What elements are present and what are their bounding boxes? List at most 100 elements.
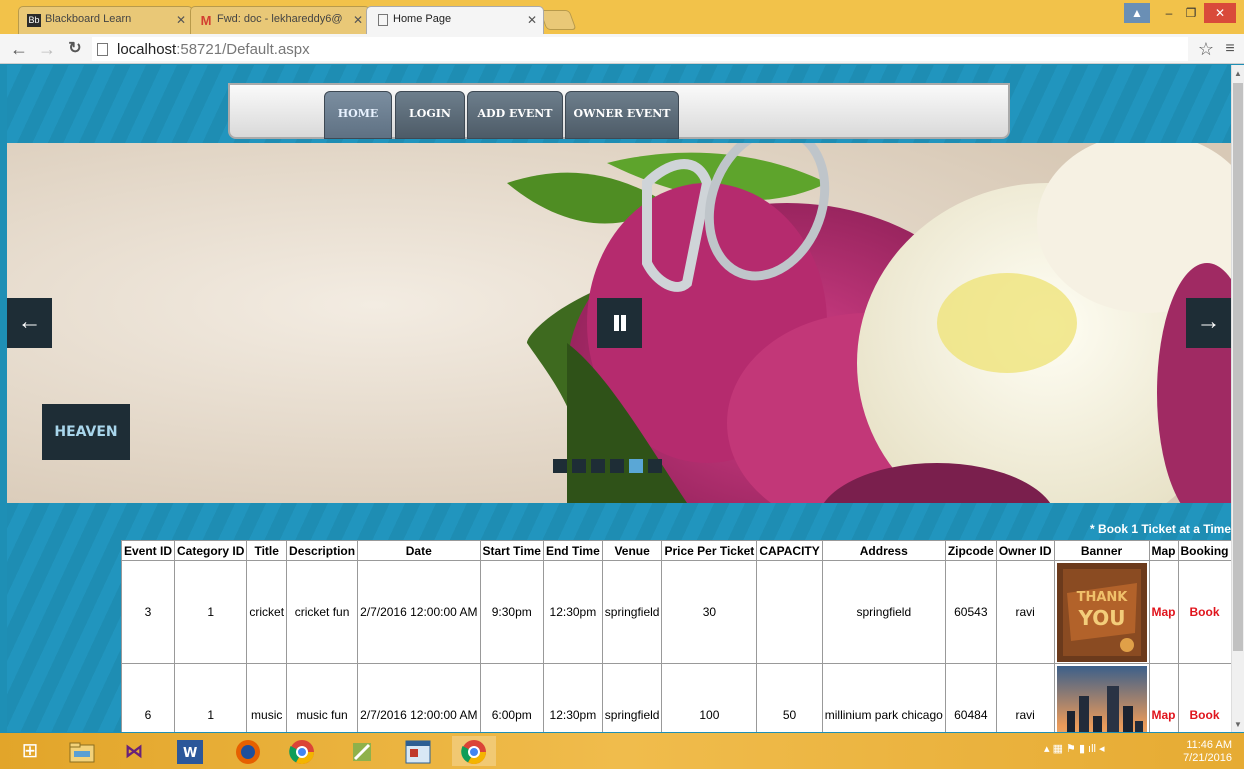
book-link[interactable]: Book xyxy=(1177,560,1231,664)
tab-blackboard[interactable]: Bb Blackboard Learn ✕ xyxy=(18,6,193,34)
page-content: HOME LOGIN ADD EVENT OWNER EVENT ← → HEA… xyxy=(7,65,1231,732)
slide-caption: HEAVEN xyxy=(42,404,130,460)
book-link[interactable]: Book xyxy=(1177,663,1231,732)
booking-note: * Book 1 Ticket at a Time xyxy=(1090,522,1231,536)
cell-zipcode: 60484 xyxy=(944,663,997,732)
cell-banner xyxy=(1053,663,1150,732)
slider-dot[interactable] xyxy=(572,459,586,473)
slider-prev-arrow-icon[interactable]: ← xyxy=(7,298,52,348)
browser-tab-strip: Bb Blackboard Learn ✕ M Fwd: doc - lekha… xyxy=(0,0,1244,34)
back-arrow-icon[interactable]: ← xyxy=(8,38,30,60)
url-text: localhost:58721/Default.aspx xyxy=(117,41,310,58)
cell-event-id: 3 xyxy=(120,560,176,664)
col-map: Map xyxy=(1148,540,1179,561)
svg-text:W: W xyxy=(183,746,197,761)
col-price: Price Per Ticket xyxy=(661,540,758,561)
file-explorer-icon[interactable] xyxy=(60,736,104,766)
slider-dot[interactable] xyxy=(610,459,624,473)
close-icon[interactable]: ✕ xyxy=(353,13,363,27)
cell-title: music xyxy=(246,663,288,732)
app-window-icon[interactable] xyxy=(396,736,440,766)
bookmark-star-icon[interactable]: ☆ xyxy=(1195,38,1217,60)
slider-dot[interactable] xyxy=(591,459,605,473)
cell-price: 100 xyxy=(661,663,758,732)
page-icon xyxy=(97,43,108,56)
svg-text:YOU: YOU xyxy=(1077,606,1125,630)
slider-dot[interactable] xyxy=(629,459,643,473)
chrome-active-icon[interactable] xyxy=(452,736,496,766)
new-tab-button[interactable] xyxy=(539,10,577,30)
restore-button[interactable]: ❐ xyxy=(1178,3,1204,23)
cell-end-time: 12:30pm xyxy=(542,560,603,664)
reload-icon[interactable]: ↻ xyxy=(64,38,86,60)
cell-category-id: 1 xyxy=(174,663,248,732)
slider-next-arrow-icon[interactable]: → xyxy=(1186,298,1231,348)
browser-toolbar: ← → ↻ localhost:58721/Default.aspx ☆ ≡ xyxy=(0,34,1244,64)
windows-taskbar: ⊞ ⋈ W ▴ ▦ ⚑ ▮ ıll ◂ 11:46 AM 7/21/2016 xyxy=(0,733,1244,769)
col-owner-id: Owner ID xyxy=(995,540,1055,561)
word-icon[interactable]: W xyxy=(168,736,212,766)
city-skyline-banner-image xyxy=(1056,665,1147,732)
slider-dot[interactable] xyxy=(553,459,567,473)
nav-home[interactable]: HOME xyxy=(324,91,392,139)
gmail-icon: M xyxy=(200,13,212,28)
close-icon[interactable]: ✕ xyxy=(176,13,186,27)
clock-date: 7/21/2016 xyxy=(1183,752,1232,764)
col-event-id: Event ID xyxy=(120,540,176,561)
cell-price: 30 xyxy=(661,560,758,664)
scroll-up-icon[interactable]: ▲ xyxy=(1234,69,1242,78)
forward-arrow-icon[interactable]: → xyxy=(36,38,58,60)
tab-label: Fwd: doc - lekhareddy6@ xyxy=(217,13,343,25)
visual-studio-icon[interactable]: ⋈ xyxy=(112,736,156,766)
thank-you-banner-image: THANK YOU xyxy=(1056,562,1147,662)
scrollbar-thumb[interactable] xyxy=(1233,83,1243,651)
cell-start-time: 9:30pm xyxy=(479,560,544,664)
cell-capacity xyxy=(756,560,823,664)
close-window-button[interactable]: ✕ xyxy=(1204,3,1236,23)
tab-gmail[interactable]: M Fwd: doc - lekhareddy6@ ✕ xyxy=(190,6,370,34)
map-link[interactable]: Map xyxy=(1148,560,1179,664)
system-clock[interactable]: 11:46 AM 7/21/2016 xyxy=(1183,739,1232,765)
nav-add-event[interactable]: ADD EVENT xyxy=(467,91,563,139)
table-row: 3 1 cricket cricket fun 2/7/2016 12:00:0… xyxy=(120,560,1231,664)
slider-dot[interactable] xyxy=(648,459,662,473)
menu-icon[interactable]: ≡ xyxy=(1219,38,1241,60)
col-address: Address xyxy=(821,540,946,561)
nav-login[interactable]: LOGIN xyxy=(395,91,465,139)
page-icon xyxy=(378,14,388,26)
col-booking: Booking xyxy=(1177,540,1231,561)
cell-title: cricket xyxy=(246,560,288,664)
table-row: 6 1 music music fun 2/7/2016 12:00:00 AM… xyxy=(120,663,1231,732)
system-tray-icons[interactable]: ▴ ▦ ⚑ ▮ ıll ◂ xyxy=(1044,742,1105,755)
close-icon[interactable]: ✕ xyxy=(527,13,537,27)
clock-time: 11:46 AM xyxy=(1186,739,1232,751)
cell-zipcode: 60543 xyxy=(944,560,997,664)
slider-pause-icon[interactable] xyxy=(597,298,642,348)
user-profile-icon[interactable]: ▲ xyxy=(1124,3,1150,23)
firefox-icon[interactable] xyxy=(226,736,270,766)
tab-label: Blackboard Learn xyxy=(45,13,132,25)
tools-icon[interactable] xyxy=(340,736,384,766)
windows-start-icon[interactable]: ⊞ xyxy=(8,736,52,766)
main-nav: HOME LOGIN ADD EVENT OWNER EVENT xyxy=(228,83,1010,139)
image-slider: ← → HEAVEN xyxy=(7,143,1231,503)
address-bar[interactable]: localhost:58721/Default.aspx xyxy=(92,37,1188,61)
events-table: Event ID Category ID Title Description D… xyxy=(120,540,1231,732)
cell-banner: THANK YOU xyxy=(1053,560,1150,664)
col-title: Title xyxy=(246,540,288,561)
svg-text:THANK: THANK xyxy=(1076,590,1128,605)
col-zipcode: Zipcode xyxy=(944,540,997,561)
cell-date: 2/7/2016 12:00:00 AM xyxy=(357,560,481,664)
nav-owner-event[interactable]: OWNER EVENT xyxy=(565,91,679,139)
cell-end-time: 12:30pm xyxy=(542,663,603,732)
chrome-icon[interactable] xyxy=(280,736,324,766)
page-scrollbar[interactable]: ▲ ▼ xyxy=(1231,65,1244,732)
cell-address: springfield xyxy=(821,560,946,664)
cell-venue: springfield xyxy=(601,663,663,732)
map-link[interactable]: Map xyxy=(1148,663,1179,732)
tab-home-page[interactable]: Home Page ✕ xyxy=(366,6,544,34)
scroll-down-icon[interactable]: ▼ xyxy=(1234,720,1242,729)
col-start-time: Start Time xyxy=(479,540,544,561)
table-header-row: Event ID Category ID Title Description D… xyxy=(120,540,1231,561)
cell-address: millinium park chicago xyxy=(821,663,946,732)
